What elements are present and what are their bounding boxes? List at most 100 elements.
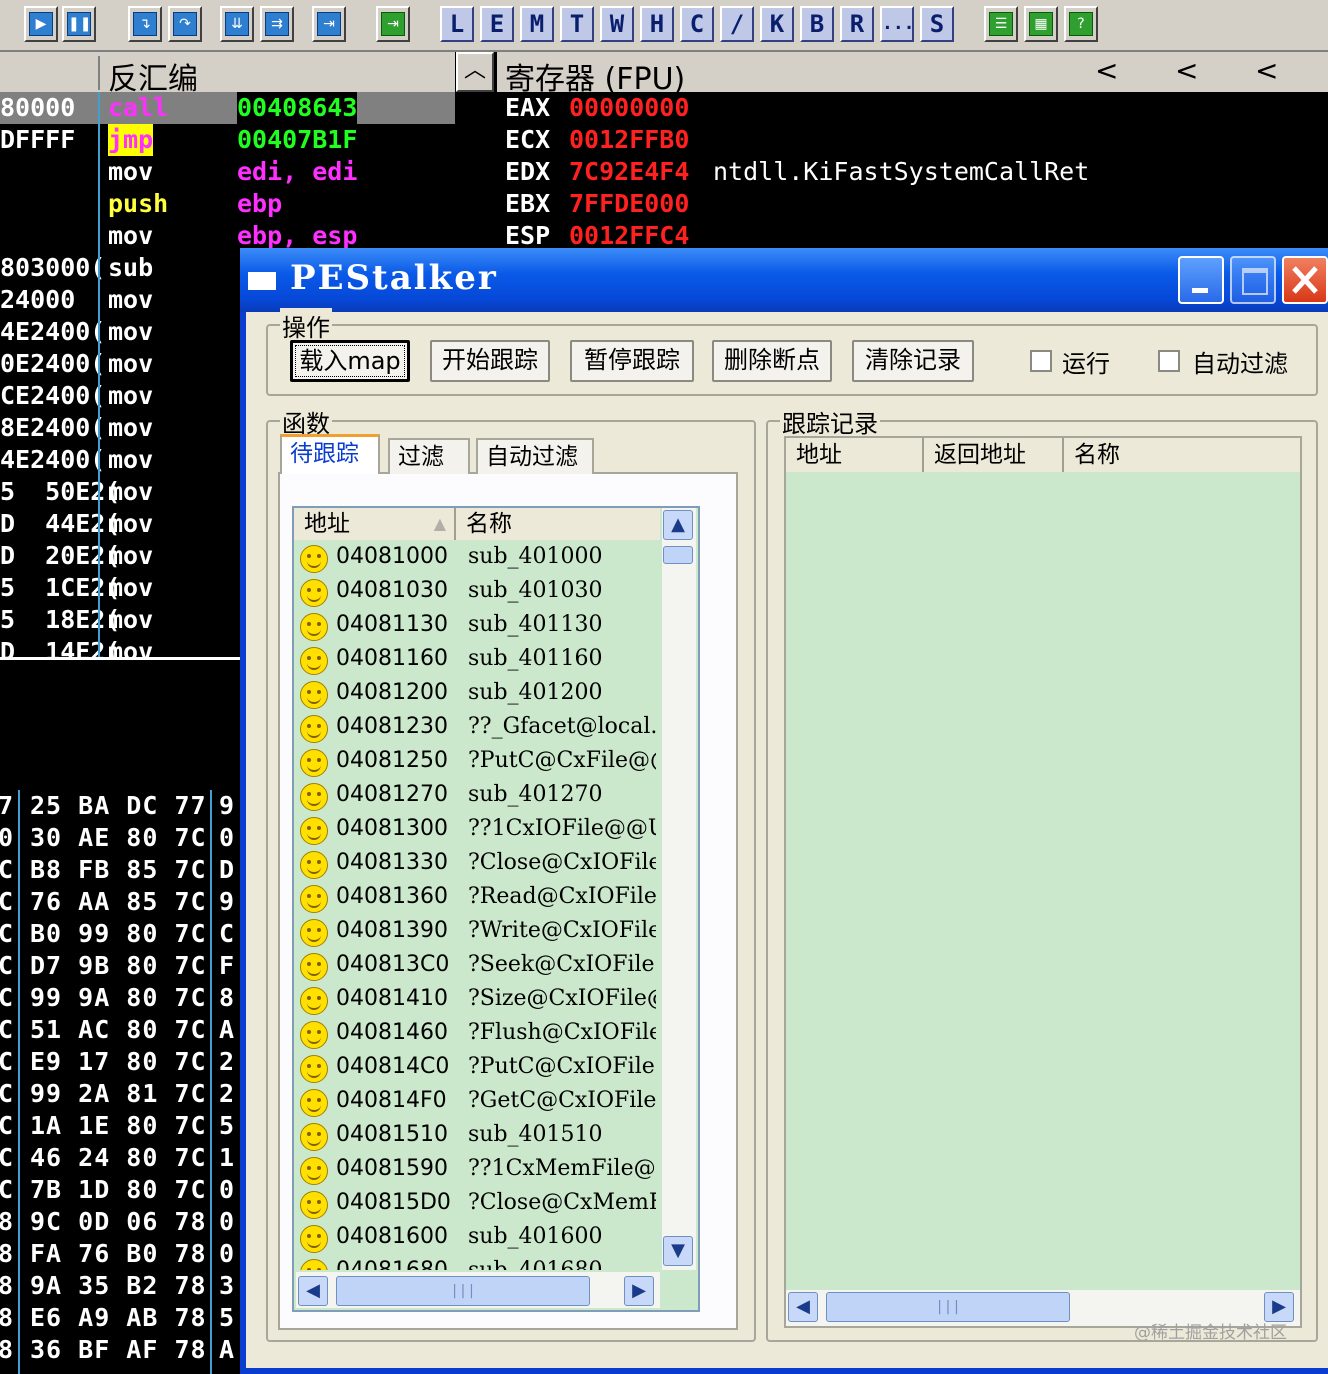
disasm-line[interactable]: mov edi, edi (0, 156, 455, 188)
chevron-left-icon[interactable]: < (1095, 54, 1118, 87)
list-item[interactable]: 04081250 ?PutC@CxFile@@U. (296, 746, 660, 780)
start-trace-button[interactable]: 开始跟踪 (430, 340, 550, 382)
list-item[interactable]: 040814C0 ?PutC@CxIOFile@. (296, 1052, 660, 1086)
scroll-down-icon[interactable]: ▼ (663, 1236, 693, 1266)
list-item[interactable]: 04081230 ??_Gfacet@local. (296, 712, 660, 746)
toolbar-letter-button[interactable]: / (720, 6, 754, 42)
dump-line[interactable]: C 7B 1D 80 7C 0 (0, 1174, 240, 1206)
scroll-thumb[interactable]: ||| (826, 1292, 1070, 1322)
run-icon[interactable]: ▶ (24, 6, 58, 42)
chevron-left-icon[interactable]: < (1255, 54, 1278, 87)
registers-pane[interactable]: EAX 00000000 ECX 0012FFB0 EDX 7C92E4F4 ntdll.K… (497, 92, 1328, 252)
run-checkbox[interactable] (1030, 350, 1052, 372)
tab-auto-filter[interactable]: 自动过滤 (476, 438, 594, 474)
list-item[interactable]: 04081330 ?Close@CxIOFile. (296, 848, 660, 882)
list-item[interactable]: 04081510 sub_401510 (296, 1120, 660, 1154)
dump-line[interactable]: C 76 AA 85 7C 9 (0, 886, 240, 918)
list-item[interactable]: 04081130 sub_401130 (296, 610, 660, 644)
column-header-address[interactable]: 地址 (786, 438, 924, 472)
list-item[interactable]: 04081390 ?Write@CxIOFile. (296, 916, 660, 950)
toolbar-letter-button[interactable]: C (680, 6, 714, 42)
list-item[interactable]: 040815D0 ?Close@CxMemFil. (296, 1188, 660, 1222)
auto-filter-checkbox[interactable] (1158, 350, 1180, 372)
dump-line[interactable]: C 51 AC 80 7C A (0, 1014, 240, 1046)
dump-line[interactable]: C E9 17 80 7C 2 (0, 1046, 240, 1078)
toolbar-letter-button[interactable]: H (640, 6, 674, 42)
list-item[interactable]: 04081200 sub_401200 (296, 678, 660, 712)
toolbar-letter-button[interactable]: E (480, 6, 514, 42)
help-icon[interactable]: ? (1064, 6, 1098, 42)
clear-log-button[interactable]: 清除记录 (852, 340, 974, 382)
dump-line[interactable]: C 46 24 80 7C 1 (0, 1142, 240, 1174)
dump-line[interactable]: C 99 9A 80 7C 8 (0, 982, 240, 1014)
dump-line[interactable]: 7 25 BA DC 77 9 (0, 790, 240, 822)
dump-line[interactable]: 8 9C 0D 06 78 0 (0, 1206, 240, 1238)
dump-line[interactable]: C 1A 1E 80 7C 5 (0, 1110, 240, 1142)
step-over-icon[interactable]: ↷ (168, 6, 202, 42)
options-list-icon[interactable]: ☰ (984, 6, 1018, 42)
list-item[interactable]: 04081590 ??1CxMemFile@@U. (296, 1154, 660, 1188)
list-item[interactable]: 04081300 ??1CxIOFile@@UA. (296, 814, 660, 848)
scroll-right-icon[interactable]: ▶ (624, 1276, 654, 1306)
column-header-return-address[interactable]: 返回地址 (924, 438, 1064, 472)
chevron-up-icon[interactable]: ︿ (456, 52, 494, 92)
column-header-name[interactable]: 名称 (456, 508, 660, 540)
toolbar-letter-button[interactable]: ... (880, 6, 915, 42)
list-item[interactable]: 04081460 ?Flush@CxIOFile. (296, 1018, 660, 1052)
scroll-up-icon[interactable]: ▲ (663, 510, 693, 540)
windows-icon[interactable]: ▦ (1024, 6, 1058, 42)
vertical-scrollbar[interactable] (662, 508, 696, 1270)
list-item[interactable]: 040814F0 ?GetC@CxIOFile@. (296, 1086, 660, 1120)
scroll-thumb[interactable]: ||| (336, 1276, 590, 1306)
register-line[interactable]: EAX 00000000 (505, 92, 689, 124)
title-bar[interactable]: PEStalker (240, 248, 1328, 312)
dump-line[interactable]: 8 FA 76 B0 78 0 (0, 1238, 240, 1270)
trace-log-list[interactable] (784, 436, 1302, 1328)
dump-line[interactable]: 8 9A 35 B2 78 3 (0, 1270, 240, 1302)
register-line[interactable]: EBX 7FFDE000 (505, 188, 689, 220)
list-item[interactable]: 04081270 sub_401270 (296, 780, 660, 814)
list-item[interactable]: 04081410 ?Size@CxIOFile@. (296, 984, 660, 1018)
toolbar-letter-button[interactable]: W (600, 6, 634, 42)
step-into-icon[interactable]: ↴ (128, 6, 162, 42)
toolbar-letter-button[interactable]: K (760, 6, 794, 42)
list-item[interactable]: 04081360 ?Read@CxIOFile@. (296, 882, 660, 916)
register-line[interactable]: EDX 7C92E4F4 ntdll.KiFastSystemCallRet (505, 156, 1089, 188)
list-item[interactable]: 04081680 sub_401680 (296, 1256, 660, 1270)
pause-trace-button[interactable]: 暂停跟踪 (570, 340, 694, 382)
go-to-icon[interactable]: ⇥ (376, 6, 410, 42)
maximize-icon[interactable] (1230, 256, 1276, 304)
pause-icon[interactable]: ❚❚ (62, 6, 96, 42)
toolbar-letter-button[interactable]: B (800, 6, 834, 42)
toolbar-letter-button[interactable]: M (520, 6, 554, 42)
register-line[interactable]: ECX 0012FFB0 (505, 124, 689, 156)
dump-line[interactable]: C B8 FB 85 7C D (0, 854, 240, 886)
list-item[interactable]: 04081000 sub_401000 (296, 542, 660, 576)
disasm-line[interactable]: 80000 call 00408643 (0, 92, 455, 124)
delete-breakpoints-button[interactable]: 删除断点 (712, 340, 832, 382)
list-item[interactable]: 04081030 sub_401030 (296, 576, 660, 610)
scroll-left-icon[interactable]: ◀ (788, 1292, 818, 1322)
dump-line[interactable]: 0 30 AE 80 7C 0 (0, 822, 240, 854)
dump-line[interactable]: 8 E6 A9 AB 78 5 (0, 1302, 240, 1334)
list-item[interactable]: 04081160 sub_401160 (296, 644, 660, 678)
dump-pane[interactable]: 7 25 BA DC 77 9 0 30 AE 80 7C 0 C B8 FB 85 7C D C… (0, 790, 240, 1374)
list-item[interactable]: 04081600 sub_401600 (296, 1222, 660, 1256)
dump-line[interactable]: C 99 2A 81 7C 2 (0, 1078, 240, 1110)
trace-over-icon[interactable]: ⇉ (260, 6, 294, 42)
disasm-line[interactable]: push ebp (0, 188, 455, 220)
toolbar-letter-button[interactable]: T (560, 6, 594, 42)
dump-line[interactable]: C B0 99 80 7C C (0, 918, 240, 950)
toolbar-letter-button[interactable]: L (440, 6, 474, 42)
scroll-left-icon[interactable]: ◀ (298, 1276, 328, 1306)
tab-pending[interactable]: 待跟踪 (280, 434, 380, 474)
list-item[interactable]: 040813C0 ?Seek@CxIOFile@. (296, 950, 660, 984)
close-icon[interactable] (1282, 256, 1328, 304)
tab-filter[interactable]: 过滤 (388, 438, 470, 474)
column-header-name[interactable]: 名称 (1064, 438, 1300, 472)
toolbar-letter-button[interactable]: R (840, 6, 874, 42)
minimize-icon[interactable] (1178, 256, 1224, 304)
scroll-thumb[interactable] (663, 546, 693, 564)
load-map-button[interactable]: 载入map (290, 340, 410, 382)
trace-into-icon[interactable]: ⇊ (220, 6, 254, 42)
